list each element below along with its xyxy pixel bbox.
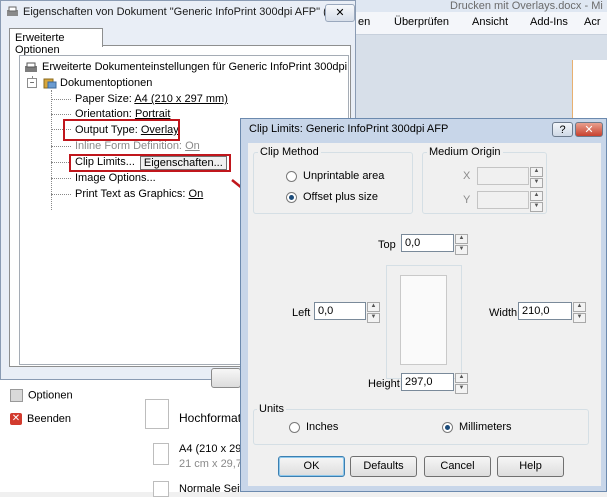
tree-connector — [51, 99, 71, 100]
clip-method-label: Clip Method — [258, 146, 321, 158]
backstage-exit[interactable]: ✕ Beenden — [10, 413, 72, 426]
inches-label[interactable]: Inches — [306, 421, 338, 433]
ribbon-tab-view[interactable]: Ansicht — [472, 16, 508, 28]
origin-y-label: Y — [463, 194, 471, 206]
settings-icon — [43, 78, 57, 89]
paper-size-item[interactable]: A4 (210 x 297 — [179, 443, 248, 455]
radio-inches[interactable] — [289, 422, 300, 433]
tree-root[interactable]: Erweiterte Dokumenteinstellungen für Gen… — [24, 61, 347, 73]
ribbon-tab-review[interactable]: Überprüfen — [394, 16, 449, 28]
help-icon: ? — [559, 124, 566, 136]
output-type-highlight — [63, 119, 180, 141]
tree-connector — [51, 162, 71, 163]
radio-offset-plus-size[interactable] — [286, 192, 297, 203]
ok-button[interactable]: OK — [278, 456, 345, 477]
tree-connector — [51, 146, 71, 147]
paper-size-value[interactable]: A4 (210 x 297 mm) — [134, 93, 228, 105]
width-spinner[interactable]: ▲ ▼ — [573, 302, 586, 323]
clip-limits-title: Clip Limits: Generic InfoPrint 300dpi AF… — [249, 123, 449, 135]
top-input[interactable]: 0,0 — [401, 234, 454, 252]
left-input[interactable]: 0,0 — [314, 302, 366, 320]
width-label: Width — [489, 307, 518, 319]
paper-size-detail: 21 cm x 29,7 — [179, 458, 242, 470]
tree-connector — [51, 114, 71, 115]
tree-paper-size[interactable]: Paper Size: A4 (210 x 297 mm) — [75, 93, 228, 105]
options-icon — [10, 389, 23, 402]
margins-icon — [153, 481, 169, 497]
inline-form-value: On — [185, 140, 200, 152]
left-spinner[interactable]: ▲ ▼ — [367, 302, 380, 323]
radio-millimeters[interactable] — [442, 422, 453, 433]
ribbon-tab-partial[interactable]: en — [358, 16, 370, 28]
close-icon: ✕ — [335, 7, 345, 19]
top-spinner[interactable]: ▲ ▼ — [455, 234, 468, 255]
ribbon-tab-addins[interactable]: Add-Ins — [530, 16, 568, 28]
origin-x-spinner: ▲ ▼ — [530, 167, 543, 188]
origin-x-input — [477, 167, 529, 185]
clip-limits-dialog: Clip Limits: Generic InfoPrint 300dpi AF… — [240, 118, 607, 492]
tree-doc-options-label: Dokumentoptionen — [60, 77, 153, 89]
defaults-button[interactable]: Defaults — [350, 456, 417, 477]
properties-ok-button[interactable] — [211, 368, 241, 388]
units-group — [253, 409, 589, 445]
word-ribbon: en Überprüfen Ansicht Add-Ins Acr — [356, 12, 607, 35]
tree-connector — [51, 178, 71, 179]
printer-icon — [25, 62, 37, 72]
tab-advanced-options[interactable]: Erweiterte Optionen — [9, 28, 103, 56]
tree-print-text[interactable]: Print Text as Graphics: On — [75, 188, 203, 200]
left-label: Left — [292, 307, 311, 319]
backstage-options-label: Optionen — [28, 389, 73, 402]
clip-limits-body: Clip Method Unprintable area Offset plus… — [248, 143, 601, 486]
backstage-exit-label: Beenden — [27, 413, 72, 425]
tree-root-label: Erweiterte Dokumenteinstellungen für Gen… — [42, 61, 348, 73]
tree-inline-form: Inline Form Definition: On — [75, 140, 200, 152]
portrait-page-icon — [145, 399, 169, 429]
close-icon: ✕ — [584, 124, 594, 136]
tree-doc-options[interactable]: − Dokumentoptionen — [27, 77, 152, 89]
clip-limits-highlight — [69, 154, 231, 172]
unprintable-area-label[interactable]: Unprintable area — [303, 170, 384, 182]
clip-close-button[interactable]: ✕ — [575, 122, 603, 137]
top-label: Top — [378, 239, 396, 251]
help-title-button[interactable]: ? — [552, 122, 573, 137]
cancel-button[interactable]: Cancel — [424, 456, 491, 477]
word-title-text: Drucken mit Overlays.docx - Mi — [450, 0, 603, 12]
ribbon-tab-acrobat[interactable]: Acr — [584, 16, 601, 28]
tab-advanced-options-label: Erweiterte Optionen — [15, 32, 65, 56]
backstage-options[interactable]: Optionen — [10, 389, 73, 402]
paper-size-label: Paper Size: — [75, 93, 132, 105]
properties-titlebar: Eigenschaften von Dokument "Generic Info… — [3, 2, 355, 22]
radio-unprintable-area[interactable] — [286, 171, 297, 182]
clip-method-group — [253, 152, 413, 214]
tree-image-options[interactable]: Image Options... — [75, 172, 156, 184]
origin-x-label: X — [463, 170, 471, 182]
tree-connector — [51, 90, 52, 210]
backstage-menu: Optionen ✕ Beenden — [0, 375, 136, 492]
paper-size-icon — [153, 443, 169, 465]
clip-preview-page — [400, 275, 447, 365]
printer-icon — [7, 6, 18, 16]
width-input[interactable]: 210,0 — [518, 302, 572, 320]
medium-origin-label: Medium Origin — [427, 146, 503, 158]
print-text-label: Print Text as Graphics: — [75, 188, 186, 200]
tree-connector — [51, 194, 71, 195]
properties-title: Eigenschaften von Dokument "Generic Info… — [23, 6, 343, 18]
word-title: Drucken mit Overlays.docx - Mi — [350, 0, 607, 12]
height-label: Height — [368, 378, 400, 390]
properties-close-button[interactable]: ✕ — [325, 4, 355, 22]
image-options-label: Image Options... — [75, 172, 156, 184]
collapse-icon[interactable]: − — [27, 78, 37, 89]
units-label: Units — [257, 403, 287, 415]
inline-form-label: Inline Form Definition: — [75, 140, 182, 152]
origin-y-spinner: ▲ ▼ — [530, 191, 543, 212]
exit-icon: ✕ — [10, 413, 22, 426]
offset-plus-size-label[interactable]: Offset plus size — [303, 191, 378, 203]
help-button[interactable]: Help — [497, 456, 564, 477]
print-text-value[interactable]: On — [189, 188, 204, 200]
origin-y-input — [477, 191, 529, 209]
millimeters-label[interactable]: Millimeters — [459, 421, 512, 433]
height-spinner[interactable]: ▲ ▼ — [455, 373, 468, 394]
orientation-item[interactable]: Hochformat — [179, 411, 241, 425]
height-input[interactable]: 297,0 — [401, 373, 454, 391]
